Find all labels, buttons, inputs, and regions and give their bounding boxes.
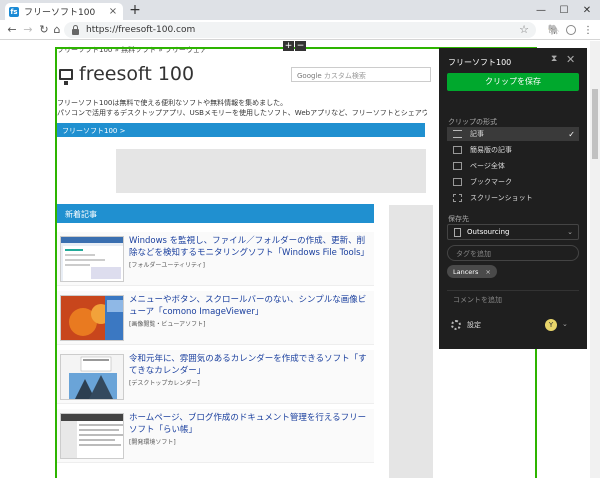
tab-title: フリーソフト100 (24, 8, 96, 18)
back-icon[interactable]: ← (5, 22, 19, 37)
scrollbar-thumb[interactable] (592, 89, 598, 159)
tag-chip-label: Lancers (453, 267, 479, 276)
account-chevron-icon[interactable]: ⌄ (562, 320, 568, 328)
format-option-label: スクリーンショット (470, 194, 533, 202)
maximize-icon[interactable]: ☐ (553, 0, 575, 20)
expand-selection-button[interactable]: + (283, 41, 294, 51)
bookmark-star-icon[interactable]: ☆ (519, 23, 529, 36)
new-tab-button[interactable]: + (128, 2, 142, 18)
chevron-down-icon: ⌄ (567, 228, 573, 236)
article-icon (453, 130, 462, 138)
pin-icon[interactable]: ⧗ (551, 54, 557, 64)
tag-input[interactable]: タグを追加 (447, 245, 579, 261)
menu-icon[interactable]: ⋮ (582, 24, 594, 36)
simplified-article-icon (453, 146, 462, 154)
save-clip-button[interactable]: クリップを保存 (447, 73, 579, 91)
forward-icon[interactable]: → (21, 22, 35, 37)
tag-chip[interactable]: Lancers × (447, 265, 497, 278)
evernote-extension-icon[interactable]: 🐘 (548, 24, 560, 36)
browser-toolbar: ← → ↻ ⌂ https://freesoft-100.com ☆ 🐘 ⋮ (0, 20, 600, 40)
full-page-icon (453, 162, 462, 170)
notebook-select[interactable]: Outsourcing ⌄ (447, 224, 579, 240)
format-option-simplified[interactable]: 簡易版の記事 (447, 143, 579, 157)
format-option-article[interactable]: 記事 ✓ (447, 127, 579, 141)
format-option-label: ブックマーク (470, 178, 512, 186)
close-tab-icon[interactable]: × (107, 6, 119, 17)
save-to-label: 保存先 (448, 215, 469, 223)
remove-tag-icon[interactable]: × (485, 268, 490, 276)
settings-button[interactable]: 設定 (451, 320, 481, 330)
address-bar[interactable]: https://freesoft-100.com ☆ (64, 22, 536, 38)
lock-icon (72, 24, 79, 35)
home-icon[interactable]: ⌂ (50, 22, 64, 37)
bookmark-icon (453, 178, 462, 186)
evernote-clipper-panel: フリーソフト100 ⧗ ✕ クリップを保存 クリップの形式 記事 ✓ 簡易版の記… (439, 48, 587, 349)
settings-label: 設定 (467, 321, 481, 329)
profile-icon[interactable] (566, 25, 576, 35)
format-option-screenshot[interactable]: スクリーンショット (447, 191, 579, 205)
format-option-label: ページ全体 (470, 162, 505, 170)
screenshot-icon (453, 194, 462, 202)
clip-zoom-controls: + − (283, 41, 307, 51)
window-close-icon[interactable]: ✕ (576, 0, 598, 20)
minimize-icon[interactable]: — (530, 0, 552, 20)
page-scrollbar[interactable] (590, 41, 600, 478)
clipper-close-icon[interactable]: ✕ (566, 53, 575, 66)
account-avatar[interactable]: Y (545, 319, 557, 331)
site-favicon-icon: fs (9, 6, 19, 17)
url-text: https://freesoft-100.com (86, 25, 196, 35)
comment-input[interactable]: コメントを追加 (447, 290, 579, 306)
format-option-label: 記事 (470, 130, 484, 138)
format-option-label: 簡易版の記事 (470, 146, 512, 154)
reload-icon[interactable]: ↻ (37, 22, 51, 37)
notebook-icon (454, 227, 461, 237)
tab-bar: fs フリーソフト100 × + — ☐ ✕ (0, 0, 600, 20)
shrink-selection-button[interactable]: − (295, 41, 306, 51)
clipper-title: フリーソフト100 (448, 58, 512, 67)
notebook-name: Outsourcing (467, 228, 510, 236)
browser-tab[interactable]: fs フリーソフト100 × (5, 3, 123, 20)
format-option-bookmark[interactable]: ブックマーク (447, 175, 579, 189)
format-label: クリップの形式 (448, 118, 497, 126)
gear-icon (451, 320, 461, 330)
check-icon: ✓ (568, 129, 575, 139)
format-option-full-page[interactable]: ページ全体 (447, 159, 579, 173)
